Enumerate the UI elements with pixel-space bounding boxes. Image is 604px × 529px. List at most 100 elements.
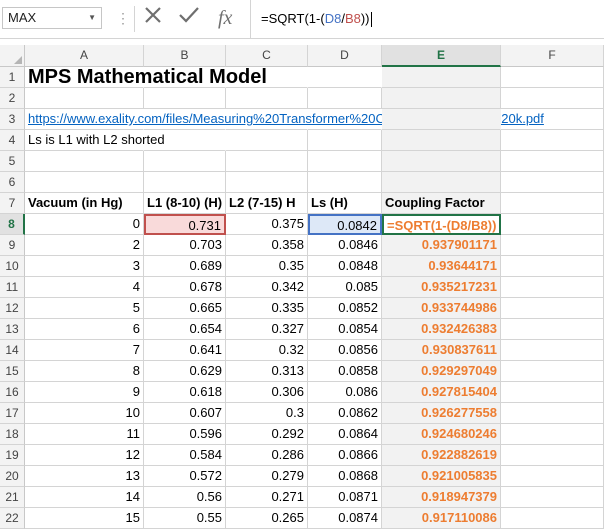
data-cell[interactable]: 6	[25, 319, 144, 340]
cell[interactable]	[501, 445, 604, 466]
column-label[interactable]: L1 (8-10) (H)	[144, 193, 226, 214]
cell[interactable]	[144, 67, 226, 88]
data-cell[interactable]: 13	[25, 466, 144, 487]
cell[interactable]	[501, 256, 604, 277]
enter-icon[interactable]	[178, 5, 200, 32]
column-header-c[interactable]: C	[226, 45, 308, 67]
data-cell[interactable]: 4	[25, 277, 144, 298]
coupling-factor-cell[interactable]: 0.921005835	[382, 466, 501, 487]
column-header-d[interactable]: D	[308, 45, 382, 67]
chevron-down-icon[interactable]: ▼	[88, 8, 96, 28]
cell[interactable]	[144, 109, 226, 130]
column-header-f[interactable]: F	[501, 45, 604, 67]
cell[interactable]	[144, 88, 226, 109]
cell[interactable]	[308, 172, 382, 193]
data-cell[interactable]: 0.327	[226, 319, 308, 340]
data-cell[interactable]: 7	[25, 340, 144, 361]
data-cell[interactable]: 0.35	[226, 256, 308, 277]
coupling-factor-cell[interactable]: 0.935217231	[382, 277, 501, 298]
data-cell[interactable]: 0.0852	[308, 298, 382, 319]
row-header[interactable]: 14	[0, 340, 25, 361]
data-cell[interactable]: 14	[25, 487, 144, 508]
cell[interactable]	[382, 67, 501, 88]
coupling-factor-cell[interactable]: 0.924680246	[382, 424, 501, 445]
column-header-e[interactable]: E	[382, 45, 501, 67]
sheet-title[interactable]: MPS Mathematical Model	[25, 67, 267, 88]
data-cell[interactable]: 0.665	[144, 298, 226, 319]
cell[interactable]	[501, 487, 604, 508]
row-header[interactable]: 4	[0, 130, 25, 151]
cell[interactable]	[144, 130, 226, 151]
cell[interactable]	[308, 151, 382, 172]
name-box[interactable]: MAX ▼	[2, 7, 102, 29]
cell-b8[interactable]: 0.731	[144, 214, 226, 235]
row-header[interactable]: 5	[0, 151, 25, 172]
data-cell[interactable]: 0.085	[308, 277, 382, 298]
cell[interactable]	[501, 508, 604, 529]
data-cell[interactable]: 5	[25, 298, 144, 319]
row-header[interactable]: 17	[0, 403, 25, 424]
data-cell[interactable]: 3	[25, 256, 144, 277]
data-cell[interactable]: 0.0862	[308, 403, 382, 424]
data-cell[interactable]: 0.292	[226, 424, 308, 445]
cell[interactable]	[382, 109, 501, 130]
data-cell[interactable]: 0.641	[144, 340, 226, 361]
data-cell[interactable]: 0.3	[226, 403, 308, 424]
cell[interactable]	[382, 151, 501, 172]
cancel-icon[interactable]	[143, 5, 163, 32]
column-header-b[interactable]: B	[144, 45, 226, 67]
cell[interactable]	[501, 151, 604, 172]
row-header[interactable]: 12	[0, 298, 25, 319]
data-cell[interactable]: 0.0854	[308, 319, 382, 340]
column-label[interactable]: Vacuum (in Hg)	[25, 193, 144, 214]
data-cell[interactable]: 0.306	[226, 382, 308, 403]
data-cell[interactable]: 0.0866	[308, 445, 382, 466]
coupling-factor-cell[interactable]: 0.932426383	[382, 319, 501, 340]
cell[interactable]	[501, 403, 604, 424]
data-cell[interactable]: 0.279	[226, 466, 308, 487]
cell[interactable]	[501, 235, 604, 256]
data-cell[interactable]: 11	[25, 424, 144, 445]
data-cell[interactable]: 0.265	[226, 508, 308, 529]
data-cell[interactable]: 0.607	[144, 403, 226, 424]
active-cell-e8[interactable]: =SQRT(1-(D8/B8))	[382, 214, 501, 235]
cell-d8[interactable]: 0.0842	[308, 214, 382, 235]
pdf-link[interactable]: https://www.exality.com/files/Measuring%…	[25, 109, 544, 130]
cell[interactable]	[382, 88, 501, 109]
cell[interactable]	[501, 277, 604, 298]
data-cell[interactable]: 0.342	[226, 277, 308, 298]
data-cell[interactable]: 9	[25, 382, 144, 403]
row-header[interactable]: 15	[0, 361, 25, 382]
select-all-button[interactable]	[0, 45, 25, 67]
coupling-factor-cell[interactable]: 0.930837611	[382, 340, 501, 361]
data-cell[interactable]: 0.55	[144, 508, 226, 529]
row-header[interactable]: 6	[0, 172, 25, 193]
cell[interactable]	[382, 172, 501, 193]
data-cell[interactable]: 2	[25, 235, 144, 256]
row-header[interactable]: 16	[0, 382, 25, 403]
cell[interactable]	[308, 130, 382, 151]
cell[interactable]	[226, 172, 308, 193]
data-cell[interactable]: 0.0856	[308, 340, 382, 361]
function-icon[interactable]: fx	[218, 5, 232, 31]
coupling-factor-cell[interactable]: 0.937901171	[382, 235, 501, 256]
data-cell[interactable]: 0.0848	[308, 256, 382, 277]
cell[interactable]	[226, 109, 308, 130]
row-header[interactable]: 3	[0, 109, 25, 130]
column-label[interactable]: Ls (H)	[308, 193, 382, 214]
data-cell[interactable]: 0.286	[226, 445, 308, 466]
data-cell[interactable]: 15	[25, 508, 144, 529]
cell[interactable]	[501, 361, 604, 382]
data-cell[interactable]: 0.654	[144, 319, 226, 340]
row-header[interactable]: 10	[0, 256, 25, 277]
row-header[interactable]: 1	[0, 67, 25, 88]
cell[interactable]	[226, 67, 308, 88]
coupling-factor-cell[interactable]: 0.927815404	[382, 382, 501, 403]
cell[interactable]	[308, 88, 382, 109]
coupling-factor-cell[interactable]: 0.926277558	[382, 403, 501, 424]
data-cell[interactable]: 0.689	[144, 256, 226, 277]
row-header[interactable]: 8	[0, 214, 25, 235]
cell[interactable]	[501, 298, 604, 319]
cell[interactable]	[501, 109, 604, 130]
cell[interactable]	[501, 319, 604, 340]
